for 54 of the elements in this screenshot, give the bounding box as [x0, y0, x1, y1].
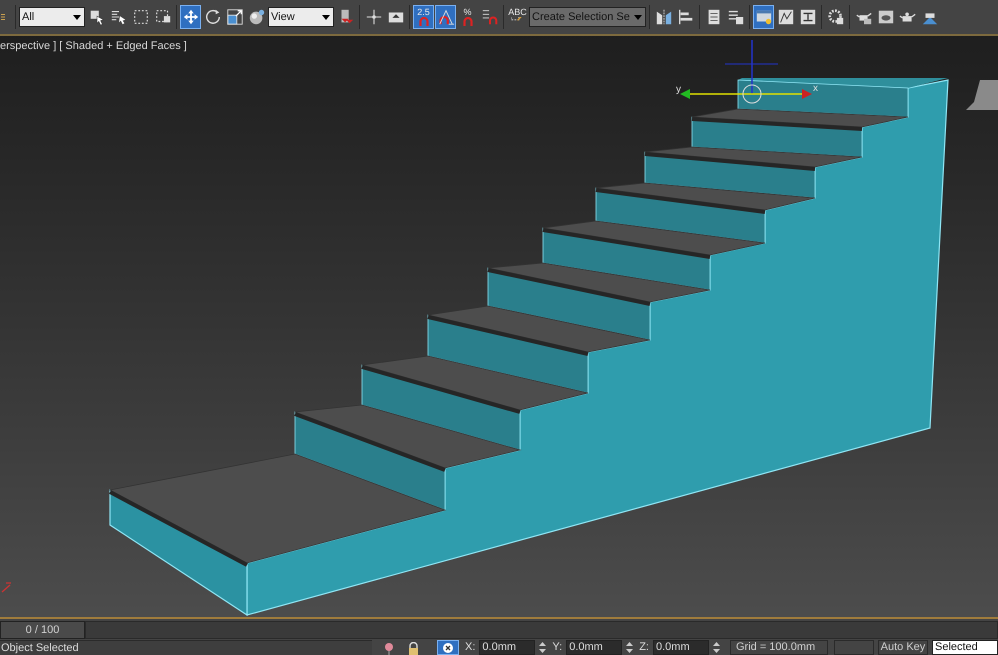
close-icon — [442, 642, 454, 654]
toolbar-button[interactable]: 2.5 — [413, 5, 434, 29]
partial-object-drawing — [966, 80, 998, 110]
move-icon — [182, 8, 200, 26]
caret-icon — [322, 14, 330, 20]
grid-readout: Grid = 100.0mm — [730, 640, 828, 655]
stacked-list-icon — [726, 8, 744, 26]
magnet-icon — [416, 16, 430, 26]
viewport-label[interactable]: erspective ] [ Shaded + Edged Faces ] — [0, 39, 187, 53]
schematic-icon — [798, 8, 816, 26]
axis-label: Z: — [639, 640, 649, 654]
rotate-icon — [204, 8, 222, 26]
spinner-icon[interactable] — [712, 641, 720, 654]
axis-label: y — [676, 84, 681, 95]
toolbar-button[interactable] — [180, 5, 201, 29]
caret-icon — [634, 14, 642, 20]
coordinate-field[interactable]: 0.0mm — [652, 640, 709, 655]
transform-mode-button[interactable] — [437, 640, 459, 655]
pin-icon[interactable] — [384, 642, 394, 655]
dropdown[interactable]: All — [19, 7, 85, 27]
spinner-snap-icon — [480, 8, 498, 26]
curve-icon — [776, 8, 794, 26]
toolbar-button[interactable]: % — [457, 5, 478, 29]
sphere-icon — [248, 8, 266, 26]
toolbar-button[interactable]: ABC — [507, 5, 528, 29]
move-gizmo-icon[interactable] — [680, 40, 812, 104]
lock-icon[interactable] — [408, 642, 419, 655]
caret-icon — [73, 14, 81, 20]
align-icon — [676, 8, 694, 26]
axis-label: X: — [465, 640, 476, 654]
spinner-icon[interactable] — [539, 641, 546, 654]
angle-snap-icon — [436, 8, 454, 26]
axis-label: x — [813, 83, 818, 94]
frame-counter[interactable]: 0 / 100 — [0, 620, 85, 638]
list-cursor-icon — [110, 8, 128, 26]
cursor-icon — [88, 8, 106, 26]
mirror-icon — [654, 8, 672, 26]
crosshair-icon — [364, 8, 382, 26]
axis-label: Y: — [552, 640, 562, 654]
key-mode-dropdown[interactable]: Selected — [932, 640, 998, 655]
viewport[interactable]: y x erspective ] [ Shaded + Edged Faces ] — [0, 36, 998, 617]
scale-icon — [226, 8, 244, 26]
staircase-drawing[interactable] — [108, 78, 949, 616]
spinner-icon[interactable] — [626, 641, 634, 654]
status-prompt: Object Selected — [0, 640, 372, 655]
magnet-icon — [460, 16, 474, 26]
auto-key-button[interactable]: Auto Key — [878, 640, 928, 655]
dropdown[interactable]: View — [268, 7, 334, 27]
window-icon — [754, 8, 772, 26]
coordinate-field[interactable]: 0.0mm — [566, 640, 622, 655]
coordinate-field[interactable]: 0.0mm — [479, 640, 536, 655]
axis-tripod-icon — [1, 582, 12, 593]
dashed-square-icon — [132, 8, 150, 26]
key-panel — [834, 640, 874, 655]
